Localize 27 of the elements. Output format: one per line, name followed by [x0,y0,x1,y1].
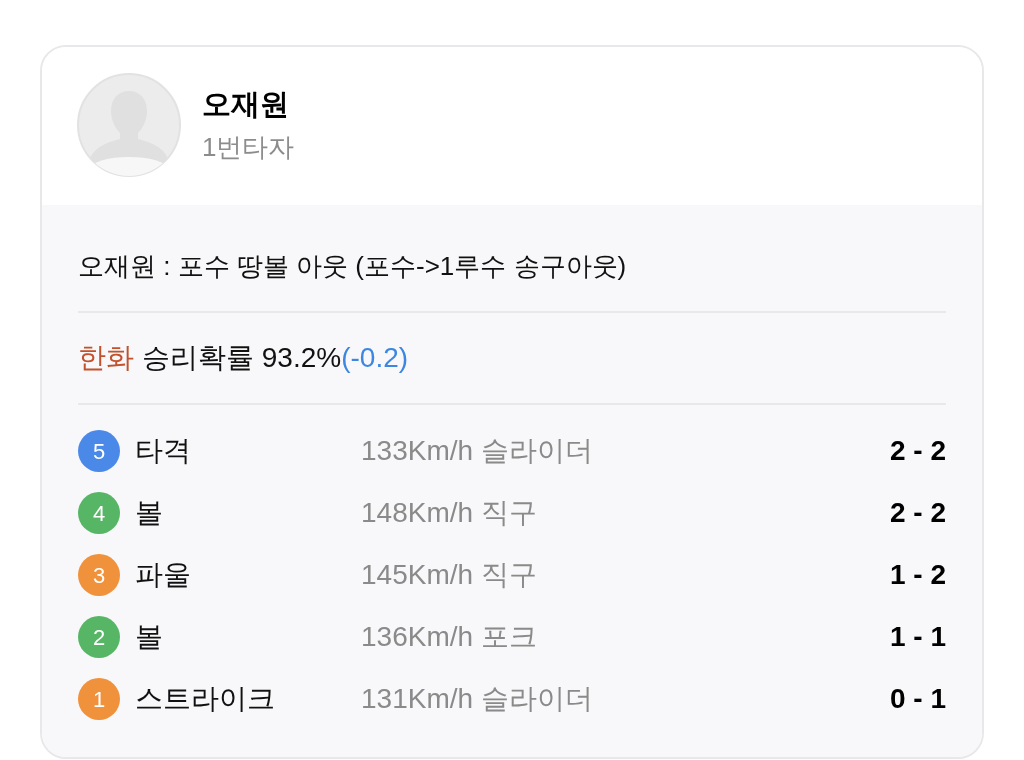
win-probability: 승리확률 93.2% [142,341,342,375]
pitch-result: 파울 [135,558,192,592]
ball-strike-count: 1 - 2 [889,558,946,592]
pitch-result: 스트라이크 [135,682,276,716]
pitch-result: 볼 [135,496,164,530]
ball-strike-count: 2 - 2 [889,496,946,530]
pitch-speed-type: 136Km/h 포크 [361,620,538,654]
player-name: 오재원 [202,87,290,122]
pitch-number-badge: 5 [78,430,120,472]
ball-strike-count: 2 - 2 [889,434,946,468]
ball-strike-count: 1 - 1 [889,620,946,654]
pitch-number-badge: 2 [78,616,120,658]
pitch-speed-type: 133Km/h 슬라이더 [361,434,594,468]
ball-strike-count: 0 - 1 [889,682,946,716]
team-name: 한화 [78,341,134,375]
pitch-number-badge: 1 [78,678,120,720]
avatar-silhouette-icon [77,73,181,177]
pitch-speed-type: 145Km/h 직구 [361,558,538,592]
pitch-speed-type: 131Km/h 슬라이더 [361,682,594,716]
pitch-result: 볼 [135,620,164,654]
probability-change: (-0.2) [341,341,409,375]
pitch-number-badge: 4 [78,492,120,534]
pitch-number-badge: 3 [78,554,120,596]
play-result: 오재원 : 포수 땅볼 아웃 (포수->1루수 송구아웃) [78,250,628,283]
pitch-speed-type: 148Km/h 직구 [361,496,538,530]
pitch-result: 타격 [135,434,192,468]
batting-order: 1번타자 [202,131,295,164]
